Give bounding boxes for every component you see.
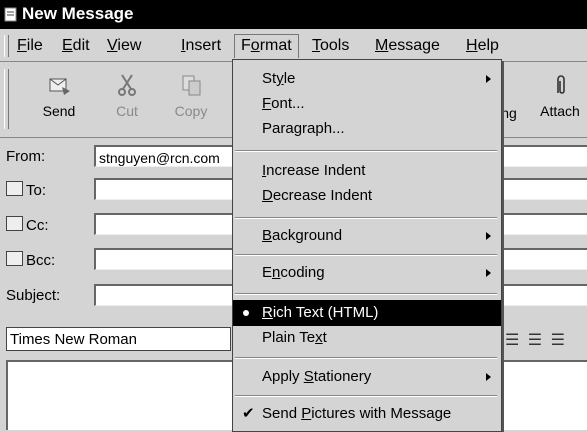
menu-edit[interactable]: Edit (62, 37, 90, 55)
menu-separator (235, 150, 497, 152)
submenu-arrow-icon (486, 373, 491, 381)
title-bar: New Message (0, 0, 587, 29)
menu-item-rich-text[interactable]: Rich Text (HTML) (233, 300, 501, 326)
menu-tools[interactable]: Tools (312, 37, 349, 55)
paperclip-icon (557, 75, 565, 94)
menu-file[interactable]: File (17, 37, 43, 55)
menu-separator (235, 254, 497, 256)
cc-label[interactable]: Cc: (6, 216, 49, 234)
menu-separator (235, 357, 497, 359)
send-icon (49, 78, 70, 95)
attach-button[interactable]: Attach (531, 69, 587, 131)
submenu-arrow-icon (486, 232, 491, 240)
address-book-icon (6, 216, 23, 231)
menu-separator (235, 217, 497, 219)
menu-item-apply-stationery[interactable]: Apply Stationery (233, 364, 501, 390)
menu-separator (235, 395, 497, 397)
format-menu: Style Font... Paragraph... Increase Inde… (232, 59, 502, 432)
cut-button[interactable]: Cut (98, 69, 156, 131)
list-indent-icons[interactable]: ☰ ☰ ☰ (505, 330, 567, 350)
menu-item-style[interactable]: Style (233, 66, 501, 92)
new-message-icon (4, 7, 17, 22)
menubar-grip[interactable] (4, 35, 9, 57)
address-book-icon (6, 251, 23, 266)
subject-label: Subject: (6, 287, 61, 304)
menu-item-paragraph[interactable]: Paragraph... (233, 116, 501, 142)
send-button[interactable]: Send (30, 69, 88, 131)
bcc-label[interactable]: Bcc: (6, 251, 55, 269)
address-book-icon (6, 181, 23, 196)
scissors-icon (118, 74, 136, 96)
window-title: New Message (22, 4, 134, 23)
toolbar-grip[interactable] (4, 69, 9, 129)
menu-item-decrease-indent[interactable]: Decrease Indent (233, 183, 501, 209)
menu-help[interactable]: Help (466, 37, 499, 55)
menu-message[interactable]: Message (375, 37, 440, 55)
font-select[interactable]: Times New Roman (6, 327, 231, 351)
from-label: From: (6, 148, 46, 165)
menu-item-encoding[interactable]: Encoding (233, 260, 501, 286)
menu-view[interactable]: View (107, 37, 141, 55)
copy-icon (182, 75, 201, 96)
checkmark-icon: ✔ (242, 405, 255, 422)
menu-insert[interactable]: Insert (181, 37, 221, 55)
menu-item-background[interactable]: Background (233, 223, 501, 249)
menu-format[interactable]: Format (234, 34, 299, 58)
menu-item-plain-text[interactable]: Plain Text (233, 325, 501, 351)
to-label[interactable]: To: (6, 181, 46, 199)
menu-item-font[interactable]: Font... (233, 91, 501, 117)
radio-bullet-icon (243, 310, 249, 316)
submenu-arrow-icon (486, 269, 491, 277)
submenu-arrow-icon (486, 75, 491, 83)
menu-separator (235, 293, 497, 295)
copy-button[interactable]: Copy (162, 69, 220, 131)
menu-item-increase-indent[interactable]: Increase Indent (233, 158, 501, 184)
menu-bar: File Edit View Insert Format Tools Messa… (0, 29, 587, 62)
menu-item-send-pictures[interactable]: ✔ Send Pictures with Message (233, 401, 501, 427)
